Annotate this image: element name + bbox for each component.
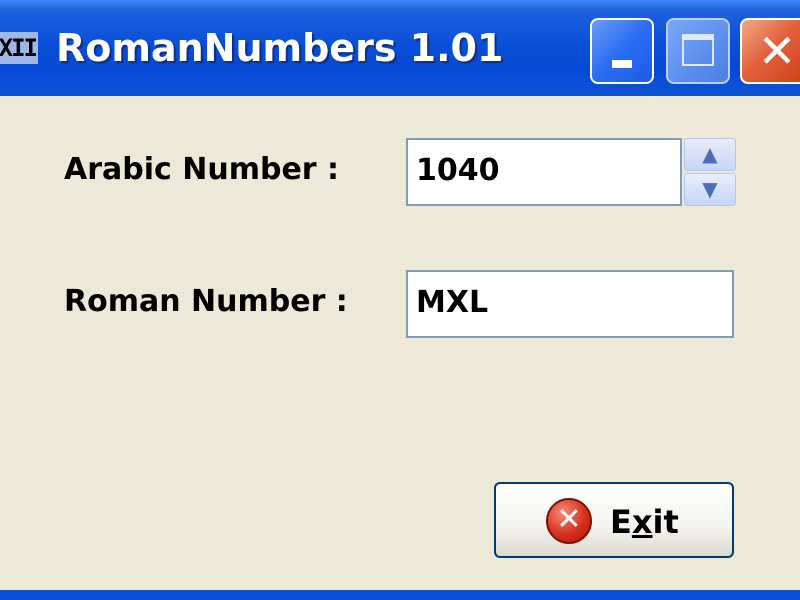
spin-down-button[interactable]: ▼ (684, 173, 736, 206)
roman-number-field[interactable]: MXL (406, 270, 734, 338)
arabic-number-spinner[interactable]: ▲ ▼ (684, 138, 736, 206)
exit-button[interactable]: ✕ Exit (494, 482, 734, 558)
spin-up-button[interactable]: ▲ (684, 138, 736, 171)
window-title: RomanNumbers 1.01 (56, 26, 504, 70)
close-icon: ✕ (757, 24, 797, 78)
maximize-icon (682, 34, 714, 66)
chevron-up-icon: ▲ (702, 142, 718, 166)
roman-number-label: Roman Number : (64, 284, 348, 319)
chevron-down-icon: ▼ (702, 177, 718, 201)
window-bottom-border (0, 590, 800, 600)
minimize-icon (612, 60, 632, 68)
maximize-button[interactable] (666, 18, 730, 84)
arabic-number-label: Arabic Number : (64, 152, 340, 187)
exit-button-label: Exit (610, 503, 679, 541)
close-button[interactable]: ✕ (740, 18, 800, 84)
minimize-button[interactable] (590, 18, 654, 84)
arabic-number-input[interactable]: 1040 (406, 138, 682, 206)
app-icon[interactable]: XII (0, 32, 38, 64)
error-x-icon: ✕ (546, 498, 592, 544)
title-bar[interactable]: XII RomanNumbers 1.01 ✕ (0, 0, 800, 96)
